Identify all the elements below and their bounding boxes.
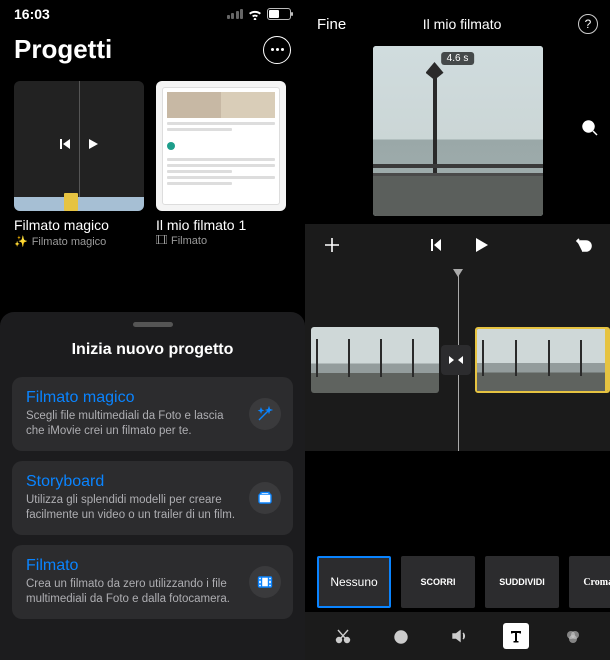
battery-icon [267,8,291,20]
option-title: Storyboard [26,473,239,491]
film-icon [156,235,167,247]
projects-panel: 16:03 Progetti Filmato mag [0,0,305,660]
project-thumb [156,81,286,211]
speed-tool[interactable] [387,624,415,648]
title-scorri[interactable]: SCORRI [401,556,475,608]
wand-icon [249,398,281,430]
play-button[interactable] [471,235,491,260]
more-button[interactable] [263,36,291,64]
option-sub: Scegli file multimediali da Foto e lasci… [26,409,239,439]
add-clip-button[interactable] [321,234,343,261]
page-title: Progetti [14,34,112,65]
option-sub: Utilizza gli splendidi modelli per crear… [26,493,239,523]
clip-1[interactable] [311,327,439,393]
play-icon [86,137,100,156]
option-storyboard[interactable]: Storyboard Utilizza gli splendidi modell… [12,461,293,535]
timeline-controls [305,224,610,271]
sheet-title: Inizia nuovo progetto [12,341,293,359]
title-none[interactable]: Nessuno [317,556,391,608]
option-magic-movie[interactable]: Filmato magico Scegli file multimediali … [12,377,293,451]
playhead-icon[interactable] [453,269,463,277]
editor-panel: Fine Il mio filmato ? 4.6 s [305,0,610,660]
left-header: Progetti [0,24,305,73]
bottom-toolbar [305,612,610,660]
project-magic[interactable]: Filmato magico ✨ Filmato magico [14,81,144,248]
film-icon [249,566,281,598]
project-row: Filmato magico ✨ Filmato magico Il mio f… [0,73,305,248]
editor-title: Il mio filmato [423,16,502,32]
undo-button[interactable] [574,235,594,260]
project-sub: Filmato [156,235,286,247]
filter-tool[interactable] [559,624,587,648]
clip-2-selected[interactable] [475,327,610,393]
project-sub: ✨ Filmato magico [14,235,144,248]
zoom-button[interactable] [580,118,600,143]
text-tool[interactable] [503,623,529,649]
wifi-icon [247,8,263,20]
status-time: 16:03 [14,6,50,22]
project-title: Il mio filmato 1 [156,217,286,233]
sparkle-icon: ✨ [14,235,28,248]
option-title: Filmato magico [26,389,239,407]
option-title: Filmato [26,557,239,575]
title-cromatico[interactable]: Cromatico [569,556,610,608]
ellipsis-icon [271,48,284,51]
project-my-movie[interactable]: Il mio filmato 1 Filmato [156,81,286,248]
volume-tool[interactable] [445,624,473,648]
new-project-sheet: Inizia nuovo progetto Filmato magico Sce… [0,312,305,660]
storyboard-icon [249,482,281,514]
status-indicators [227,8,292,20]
cut-tool[interactable] [329,624,357,648]
option-movie[interactable]: Filmato Crea un filmato da zero utilizza… [12,545,293,619]
duration-badge: 4.6 s [441,52,475,65]
skip-back-icon [58,137,72,156]
signal-icon [227,9,244,19]
transition-button[interactable] [441,345,471,375]
done-button[interactable]: Fine [317,16,346,33]
help-button[interactable]: ? [578,14,598,34]
preview-area: 4.6 s [305,42,610,224]
video-preview[interactable]: 4.6 s [373,46,543,216]
option-sub: Crea un filmato da zero utilizzando i fi… [26,577,239,607]
sheet-grabber[interactable] [133,322,173,327]
project-title: Filmato magico [14,217,144,233]
status-bar: 16:03 [0,0,305,24]
title-suddividi[interactable]: SUDDIVIDI [485,556,559,608]
project-thumb [14,81,144,211]
title-style-row: Nessuno SCORRI SUDDIVIDI Cromatico STAN [305,556,610,608]
skip-back-button[interactable] [427,236,445,259]
timeline[interactable] [305,271,610,451]
editor-header: Fine Il mio filmato ? [305,0,610,42]
